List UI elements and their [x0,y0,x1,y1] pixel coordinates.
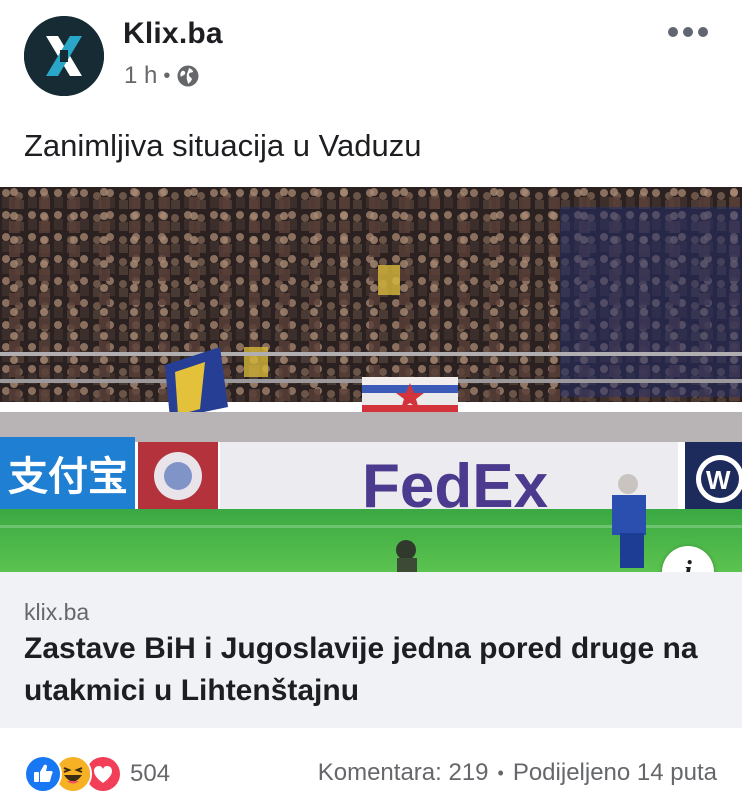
like-icon [24,755,62,793]
reaction-count: 504 [130,760,171,787]
page-avatar[interactable] [24,16,104,96]
page-name[interactable]: Klix.ba [123,17,223,51]
post-header: Klix.ba 1 h • [0,0,742,110]
comments-count[interactable]: Komentara: 219 [318,759,489,787]
svg-text:支付宝: 支付宝 [8,454,128,500]
post-timestamp[interactable]: 1 h [124,62,157,90]
link-title[interactable]: Zastave BiH i Jugoslavije jedna pored dr… [24,628,714,712]
facebook-post: Klix.ba 1 h • Zanimljiva situacija u Vad… [0,0,742,800]
klix-logo-icon [24,16,104,96]
post-meta: 1 h • [124,62,200,90]
stadium-photo: 支付宝 FedEx W [0,187,742,572]
shares-count[interactable]: Podijeljeno 14 puta [513,759,717,787]
post-stats: Komentara: 219 • Podijeljeno 14 puta [318,759,717,787]
more-options-icon[interactable] [668,26,708,38]
globe-icon[interactable] [176,64,200,88]
svg-text:W: W [706,465,731,495]
stats-separator: • [497,762,504,783]
link-preview-image[interactable]: 支付宝 FedEx W [0,187,742,572]
link-domain: klix.ba [24,599,90,625]
link-preview-info[interactable]: klix.ba Zastave BiH i Jugoslavije jedna … [0,572,742,728]
post-caption: Zanimljiva situacija u Vaduzu [24,128,422,163]
meta-separator: • [163,64,171,87]
post-footer: 504 Komentara: 219 • Podijeljeno 14 puta [0,745,742,800]
reactions-summary[interactable]: 504 [24,755,170,793]
